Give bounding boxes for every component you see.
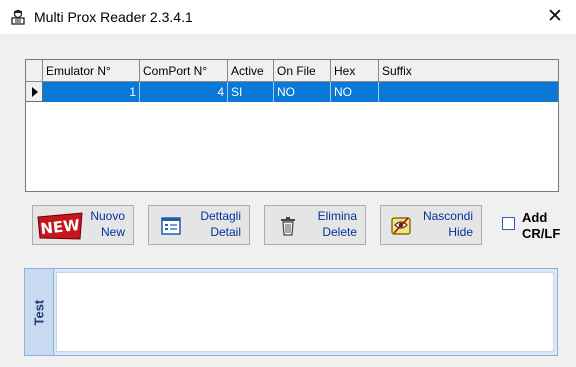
- cell-on-file[interactable]: NO: [274, 82, 331, 102]
- detail-icon: [161, 217, 181, 235]
- test-tab[interactable]: Test: [25, 269, 54, 355]
- test-input[interactable]: [56, 272, 554, 352]
- new-icon: NEW: [37, 212, 83, 240]
- new-button-label-en: New: [100, 225, 125, 239]
- delete-button-label-it: Elimina: [317, 209, 357, 223]
- header-corner: [26, 60, 43, 82]
- column-header-on-file[interactable]: On File: [274, 60, 331, 82]
- grid-header: Emulator N° ComPort N° Active On File He…: [26, 60, 558, 82]
- emulator-grid[interactable]: Emulator N° ComPort N° Active On File He…: [25, 59, 559, 192]
- title-bar: Multi Prox Reader 2.3.4.1 ✕: [0, 0, 576, 34]
- test-panel: Test: [24, 268, 558, 356]
- cell-hex[interactable]: NO: [331, 82, 379, 102]
- close-button[interactable]: ✕: [530, 0, 576, 34]
- hide-icon: [391, 217, 411, 235]
- test-tab-label: Test: [31, 299, 47, 326]
- column-header-active[interactable]: Active: [228, 60, 274, 82]
- new-button[interactable]: NEW Nuovo New: [32, 205, 134, 245]
- hide-button-label-en: Hide: [448, 225, 473, 239]
- row-indicator[interactable]: [26, 82, 43, 102]
- table-row[interactable]: 1 4 SI NO NO: [43, 82, 558, 102]
- column-header-hex[interactable]: Hex: [331, 60, 379, 82]
- current-row-arrow-icon: [32, 87, 38, 97]
- delete-button-label-en: Delete: [322, 225, 357, 239]
- cell-suffix[interactable]: [379, 82, 558, 102]
- delete-button[interactable]: Elimina Delete: [264, 205, 366, 245]
- cell-emulator[interactable]: 1: [43, 82, 140, 102]
- hide-button[interactable]: Nascondi Hide: [380, 205, 482, 245]
- hide-button-label-it: Nascondi: [422, 209, 473, 223]
- trash-icon: [281, 217, 295, 236]
- add-crlf-label-line2[interactable]: CR/LF: [522, 226, 560, 241]
- new-button-label-it: Nuovo: [90, 209, 125, 223]
- detail-button-label-it: Dettagli: [200, 209, 241, 223]
- column-header-suffix[interactable]: Suffix: [379, 60, 558, 82]
- app-icon: [11, 9, 25, 25]
- window-title: Multi Prox Reader 2.3.4.1: [34, 9, 193, 25]
- cell-comport[interactable]: 4: [140, 82, 228, 102]
- close-icon: ✕: [547, 5, 563, 27]
- column-header-emulator[interactable]: Emulator N°: [43, 60, 140, 82]
- column-header-comport[interactable]: ComPort N°: [140, 60, 228, 82]
- add-crlf-checkbox[interactable]: [502, 217, 515, 230]
- detail-button[interactable]: Dettagli Detail: [148, 205, 250, 245]
- detail-button-label-en: Detail: [210, 225, 241, 239]
- add-crlf-label-line1[interactable]: Add: [522, 210, 547, 225]
- cell-active[interactable]: SI: [228, 82, 274, 102]
